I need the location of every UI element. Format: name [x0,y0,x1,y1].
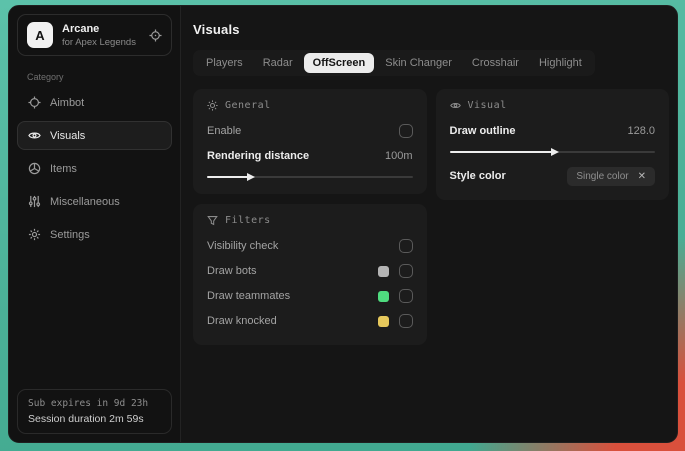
general-panel: General Enable Rendering distance 100m [193,89,427,194]
subscription-status-card: Sub expires in 9d 23h Session duration 2… [17,389,172,434]
rendering-distance-slider[interactable] [207,172,413,181]
draw-bots-row: Draw bots [207,260,413,282]
crosshair-icon [28,96,41,109]
enable-row: Enable [207,120,413,142]
eye-icon [449,100,461,111]
draw-knocked-color-swatch[interactable] [377,315,389,327]
crosshair-target-icon[interactable] [149,28,162,42]
gear-icon [28,228,41,241]
filters-panel: Filters Visibility check Draw bots Draw … [193,204,427,345]
draw-outline-label: Draw outline [449,125,516,137]
visibility-check-label: Visibility check [207,240,279,252]
draw-teammates-checkbox[interactable] [398,289,413,303]
tab-offscreen[interactable]: OffScreen [303,53,375,73]
rendering-distance-label: Rendering distance [207,150,310,162]
draw-knocked-checkbox[interactable] [398,314,413,328]
tab-crosshair[interactable]: Crosshair [463,53,528,73]
sun-icon [207,100,218,111]
eye-icon [28,129,41,142]
sidebar-item-visuals[interactable]: Visuals [17,121,172,150]
main-area: Visuals Players Radar OffScreen Skin Cha… [181,6,677,442]
visibility-check-checkbox[interactable] [398,239,413,253]
sidebar-item-label: Items [50,162,77,175]
sidebar-item-settings[interactable]: Settings [17,220,172,249]
draw-knocked-label: Draw knocked [207,315,277,327]
draw-outline-row: Draw outline 128.0 [450,120,656,142]
sub-expires-text: Sub expires in 9d 23h [28,398,149,409]
rendering-distance-value: 100m [384,150,413,162]
tab-radar[interactable]: Radar [254,53,302,73]
style-color-row: Style color Single color ✕ [449,165,655,187]
draw-bots-color-swatch[interactable] [377,265,389,277]
style-color-select[interactable]: Single color ✕ [567,166,655,186]
draw-teammates-color-swatch[interactable] [377,290,389,302]
sliders-icon [28,195,41,208]
category-label: Category [27,72,64,82]
page-title: Visuals [193,22,240,37]
app-logo: A [27,22,53,48]
draw-bots-checkbox[interactable] [398,264,413,278]
sidebar: A Arcane for Apex Legends Category Aimbo… [9,6,181,442]
app-subtitle: for Apex Legends [62,36,136,48]
tab-highlight[interactable]: Highlight [530,53,591,73]
sidebar-nav: Aimbot Visuals Items Miscellaneous Setti… [9,86,180,251]
clear-icon[interactable]: ✕ [638,171,646,182]
sidebar-item-miscellaneous[interactable]: Miscellaneous [17,187,172,216]
draw-teammates-label: Draw teammates [207,290,291,302]
tab-skin-changer[interactable]: Skin Changer [376,53,461,73]
visuals-tabbar: Players Radar OffScreen Skin Changer Cro… [193,50,595,76]
visibility-check-row: Visibility check [207,235,413,257]
draw-bots-label: Draw bots [207,265,257,277]
style-color-label: Style color [449,170,506,182]
package-icon [28,162,41,175]
panel-title: Filters [225,215,271,226]
style-color-value: Single color [576,170,629,182]
app-window: A Arcane for Apex Legends Category Aimbo… [8,5,678,443]
panel-title: General [225,100,271,111]
logo-text: Arcane for Apex Legends [62,23,140,48]
sidebar-item-label: Settings [50,228,90,241]
enable-label: Enable [207,125,242,137]
rendering-distance-row: Rendering distance 100m [207,145,413,167]
slider-thumb[interactable] [551,147,560,156]
visual-panel: Visual Draw outline 128.0 Style color Si… [435,89,669,200]
logo-card: A Arcane for Apex Legends [17,14,172,56]
sidebar-item-label: Aimbot [50,96,85,109]
funnel-icon [207,215,218,226]
draw-outline-slider[interactable] [449,147,655,156]
session-duration-text: Session duration 2m 59s [28,413,144,425]
app-name: Arcane [62,22,100,35]
sidebar-item-label: Miscellaneous [50,195,120,208]
panel-title: Visual [467,100,507,111]
enable-checkbox[interactable] [398,124,413,138]
slider-thumb[interactable] [247,172,256,181]
sidebar-item-label: Visuals [50,129,86,142]
sidebar-item-items[interactable]: Items [17,154,172,183]
draw-outline-value: 128.0 [627,125,655,137]
sidebar-item-aimbot[interactable]: Aimbot [17,88,172,117]
tab-players[interactable]: Players [197,53,252,73]
draw-teammates-row: Draw teammates [207,285,413,307]
draw-knocked-row: Draw knocked [207,310,413,332]
